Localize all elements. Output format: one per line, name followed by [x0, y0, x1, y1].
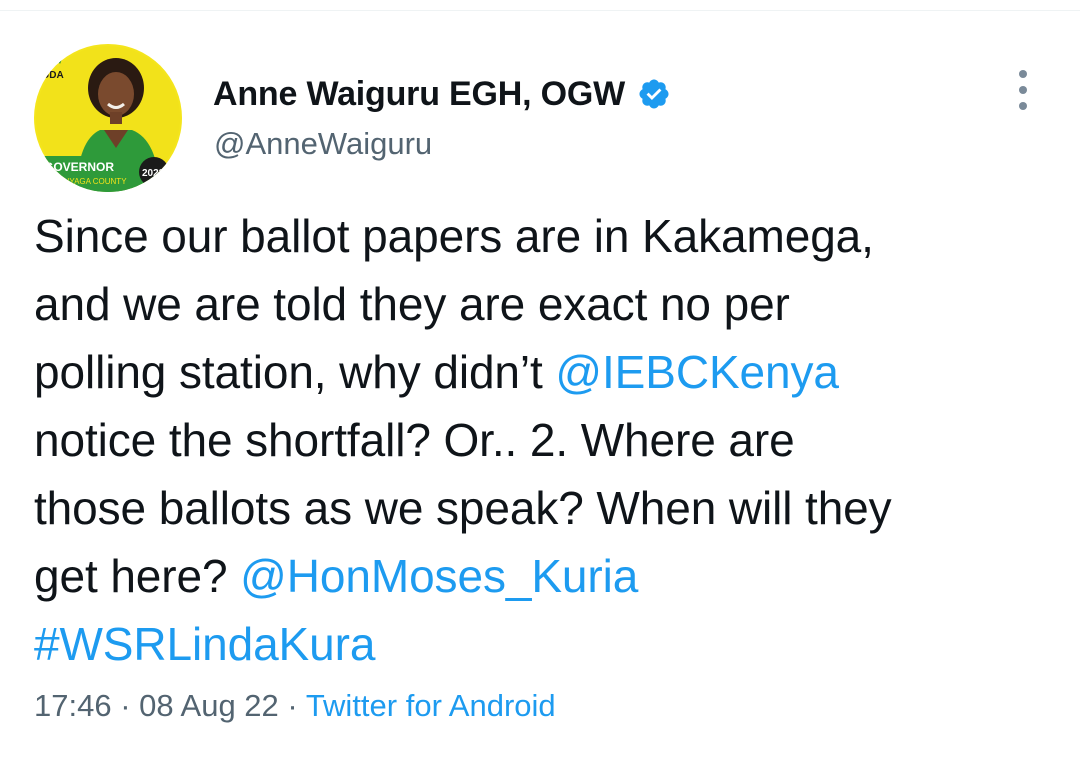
tweet-text-segment: Since our ballot papers are in Kakamega,: [34, 210, 874, 262]
tweet-date[interactable]: 08 Aug 22: [139, 688, 279, 723]
more-dot-icon: [1019, 86, 1027, 94]
more-dot-icon: [1019, 70, 1027, 78]
tweet-text-segment: get here?: [34, 550, 241, 602]
tweet-text-segment: and we are told they are exact no per: [34, 278, 790, 330]
svg-text:UDA: UDA: [42, 70, 64, 81]
tweet-line: those ballots as we speak? When will the…: [34, 474, 1054, 542]
tweet-text-segment: notice the shortfall? Or.. 2. Where are: [34, 414, 795, 466]
svg-text:GOVERNOR: GOVERNOR: [44, 160, 114, 174]
tweet-line: get here? @HonMoses_Kuria: [34, 542, 1054, 610]
avatar-image: UDA GOVERNOR KIRINYAGA COUNTY 2022: [34, 44, 182, 192]
tweet-line: #WSRLindaKura: [34, 610, 1054, 678]
tweet-text: Since our ballot papers are in Kakamega,…: [34, 202, 1054, 678]
meta-separator: ·: [287, 688, 298, 723]
tweet-text-segment: those ballots as we speak? When will the…: [34, 482, 892, 534]
avatar[interactable]: UDA GOVERNOR KIRINYAGA COUNTY 2022: [34, 44, 182, 192]
tweet-line: notice the shortfall? Or.. 2. Where are: [34, 406, 1054, 474]
tweet-text-segment: polling station, why didn’t: [34, 346, 556, 398]
author-display-name[interactable]: Anne Waiguru EGH, OGW: [213, 75, 625, 114]
author-name-row[interactable]: Anne Waiguru EGH, OGW: [213, 72, 671, 116]
tweet-meta: 17:46 · 08 Aug 22 · Twitter for Android: [34, 688, 556, 724]
verified-badge-icon: [637, 77, 671, 111]
mention-link-honmoses-kuria[interactable]: @HonMoses_Kuria: [240, 550, 638, 602]
tweet-time[interactable]: 17:46: [34, 688, 112, 723]
mention-link-iebckenya[interactable]: @IEBCKenya: [555, 346, 839, 398]
tweet-line: polling station, why didn’t @IEBCKenya: [34, 338, 1054, 406]
top-divider: [0, 0, 1080, 11]
svg-text:KIRINYAGA COUNTY: KIRINYAGA COUNTY: [48, 177, 127, 186]
meta-separator: ·: [120, 688, 131, 723]
svg-text:2022: 2022: [142, 168, 165, 179]
tweet-line: and we are told they are exact no per: [34, 270, 1054, 338]
tweet-source-link[interactable]: Twitter for Android: [306, 688, 556, 723]
author-handle[interactable]: @AnneWaiguru: [214, 126, 432, 162]
more-dot-icon: [1019, 102, 1027, 110]
hashtag-link-wsrlindakura[interactable]: #WSRLindaKura: [34, 618, 375, 670]
tweet-line: Since our ballot papers are in Kakamega,: [34, 202, 1054, 270]
more-options-button[interactable]: [1005, 70, 1041, 110]
